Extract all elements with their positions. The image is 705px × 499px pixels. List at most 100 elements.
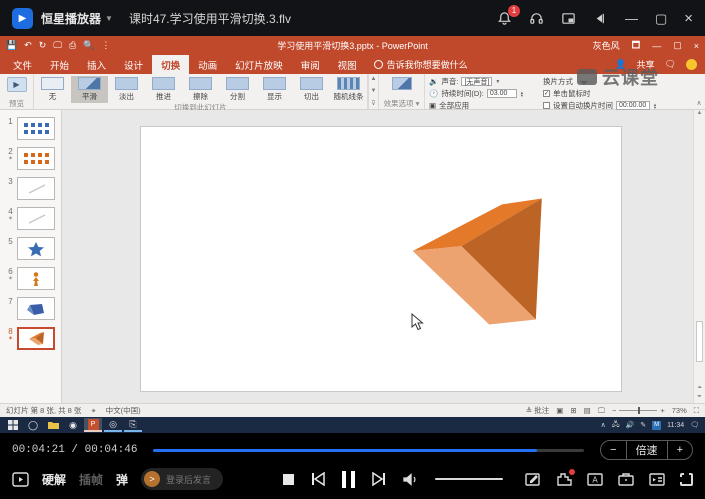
- tell-me-box[interactable]: 告诉我你想要做什么: [366, 55, 476, 74]
- frame-interpolation-button[interactable]: 插帧: [79, 471, 103, 488]
- next-slide-icon[interactable]: ⏷: [697, 394, 702, 401]
- on-click-checkbox[interactable]: ✓: [543, 90, 550, 97]
- duration-spinner[interactable]: ▲▼: [520, 91, 524, 97]
- ribbon-display-options-icon[interactable]: 🗖: [632, 38, 641, 54]
- auto-advance-spinner[interactable]: ▲▼: [653, 103, 657, 109]
- zoom-percent[interactable]: 73%: [672, 406, 687, 415]
- hard-decode-button[interactable]: 硬解: [42, 471, 66, 488]
- more-commands-icon[interactable]: ⋮: [101, 40, 110, 51]
- zoom-out-icon[interactable]: −: [612, 406, 616, 415]
- slide-thumb-gem-orange[interactable]: [17, 327, 55, 350]
- maximize-button[interactable]: ▢: [655, 12, 667, 25]
- browser-icon[interactable]: ◉: [64, 418, 82, 432]
- ppt-minimize-button[interactable]: —: [652, 41, 661, 51]
- slide-thumb-grid-orange[interactable]: [17, 147, 55, 170]
- next-button[interactable]: [372, 472, 386, 486]
- slide-thumbnail-6[interactable]: 6✶: [4, 267, 57, 292]
- speed-label[interactable]: 倍速: [626, 441, 667, 459]
- auto-advance-input[interactable]: 00:00.00: [616, 101, 650, 110]
- slide-thumb-grid-blue[interactable]: [17, 117, 55, 140]
- note-edit-icon[interactable]: [525, 472, 541, 487]
- pip-icon[interactable]: [561, 11, 576, 26]
- slide-thumbnail-2[interactable]: 2✶: [4, 147, 57, 172]
- search-icon[interactable]: 🔍: [83, 40, 94, 51]
- playlist-icon[interactable]: [649, 472, 665, 487]
- undo-icon[interactable]: ↶: [24, 40, 32, 51]
- sound-select[interactable]: [无声音]: [461, 77, 492, 86]
- network-icon[interactable]: 🖧: [612, 420, 620, 431]
- redo-icon[interactable]: ↻: [39, 40, 47, 51]
- duration-input[interactable]: 03.00: [487, 89, 517, 98]
- float-window-icon[interactable]: [12, 472, 29, 487]
- stop-button[interactable]: [283, 474, 294, 485]
- start-slideshow-icon[interactable]: 🖵: [53, 40, 62, 51]
- tab-文件[interactable]: 文件: [4, 55, 41, 74]
- transition-淡出[interactable]: 淡出: [108, 76, 145, 103]
- notes-button[interactable]: ≜ 批注: [526, 405, 549, 416]
- save-icon[interactable]: 💾: [6, 40, 17, 51]
- app1-taskbar-icon[interactable]: ◎: [104, 418, 122, 432]
- scroll-up-icon[interactable]: ▲: [697, 110, 703, 116]
- danmaku-toggle[interactable]: 弹: [116, 471, 128, 488]
- minimize-button[interactable]: —: [625, 12, 638, 25]
- slide-thumb-gem-blue[interactable]: [17, 297, 55, 320]
- vertical-scrollbar[interactable]: ▲ ⏶ ⏷: [693, 110, 705, 403]
- tab-幻灯片放映[interactable]: 幻灯片放映: [226, 55, 292, 74]
- bell-icon[interactable]: 1: [497, 11, 512, 26]
- clock-taskbar[interactable]: 11:34: [667, 422, 684, 429]
- ppt-user-name[interactable]: 灰色风: [593, 39, 620, 52]
- slide-thumbnail-8[interactable]: 8✶: [4, 327, 57, 352]
- tab-审阅[interactable]: 审阅: [292, 55, 329, 74]
- transition-分割[interactable]: 分割: [219, 76, 256, 103]
- ime-icon[interactable]: M: [652, 421, 661, 430]
- gallery-scroll[interactable]: ▲ ▼ ⊽: [368, 74, 379, 109]
- close-button[interactable]: ×: [684, 11, 693, 26]
- transition-平滑[interactable]: 平滑: [71, 76, 108, 103]
- speaker-tray-icon[interactable]: 🔊: [626, 421, 635, 429]
- speed-increase-button[interactable]: +: [667, 441, 692, 459]
- app2-taskbar-icon[interactable]: ⎘: [124, 418, 142, 432]
- plugin-icon[interactable]: [556, 472, 572, 487]
- sound-dropdown-icon[interactable]: ▼: [495, 79, 500, 85]
- slide-thumbnail-1[interactable]: 1: [4, 117, 57, 142]
- preview-group[interactable]: ▶ 预览: [0, 74, 34, 109]
- app-name[interactable]: 恒星播放器: [41, 10, 101, 27]
- zoom-knob[interactable]: [638, 407, 640, 414]
- transition-无[interactable]: 无: [34, 76, 71, 103]
- gallery-more-icon[interactable]: ⊽: [371, 100, 375, 107]
- slide-editor[interactable]: ▲ ⏶ ⏷: [62, 110, 705, 403]
- pause-button[interactable]: [342, 471, 355, 488]
- zoom-in-icon[interactable]: +: [660, 406, 664, 415]
- pen-icon[interactable]: ✎: [640, 421, 646, 429]
- fullscreen-button[interactable]: [680, 473, 693, 486]
- fit-to-window-icon[interactable]: ⛶: [694, 406, 699, 416]
- tab-切换[interactable]: 切换: [152, 55, 189, 74]
- toolbox-icon[interactable]: [618, 472, 634, 487]
- orange-3d-shape[interactable]: [141, 127, 621, 391]
- slide-thumb-star-blue[interactable]: [17, 237, 55, 260]
- slide-sorter-icon[interactable]: ⊞: [570, 406, 576, 415]
- tab-插入[interactable]: 插入: [78, 55, 115, 74]
- action-center-icon[interactable]: 🗨: [690, 421, 699, 429]
- search-taskbar-icon[interactable]: ◯: [24, 418, 42, 432]
- previous-slide-icon[interactable]: ⏶: [697, 385, 702, 392]
- headset-icon[interactable]: [529, 11, 544, 26]
- preview-icon[interactable]: ▶: [7, 77, 27, 92]
- transition-切出[interactable]: 切出: [293, 76, 330, 103]
- zoom-slider[interactable]: − +: [612, 406, 665, 415]
- volume-slider[interactable]: [435, 478, 503, 480]
- reading-view-icon[interactable]: ▤: [584, 406, 591, 415]
- print-icon[interactable]: ⎙: [69, 40, 76, 51]
- slide-thumbnail-3[interactable]: 3: [4, 177, 57, 202]
- slide-thumb-person-orange[interactable]: [17, 267, 55, 290]
- seek-bar[interactable]: [153, 449, 584, 452]
- file-explorer-icon[interactable]: [44, 418, 62, 432]
- danmaku-input[interactable]: > 登录后发言: [141, 468, 223, 490]
- effect-options-button[interactable]: 效果选项 ▾: [379, 74, 425, 109]
- transition-显示[interactable]: 显示: [256, 76, 293, 103]
- slideshow-icon[interactable]: 🖵: [598, 406, 605, 416]
- comment-icon[interactable]: 🗨: [665, 59, 676, 70]
- slide-thumbnail-7[interactable]: 7: [4, 297, 57, 322]
- mini-mode-icon[interactable]: [593, 11, 608, 26]
- tab-开始[interactable]: 开始: [41, 55, 78, 74]
